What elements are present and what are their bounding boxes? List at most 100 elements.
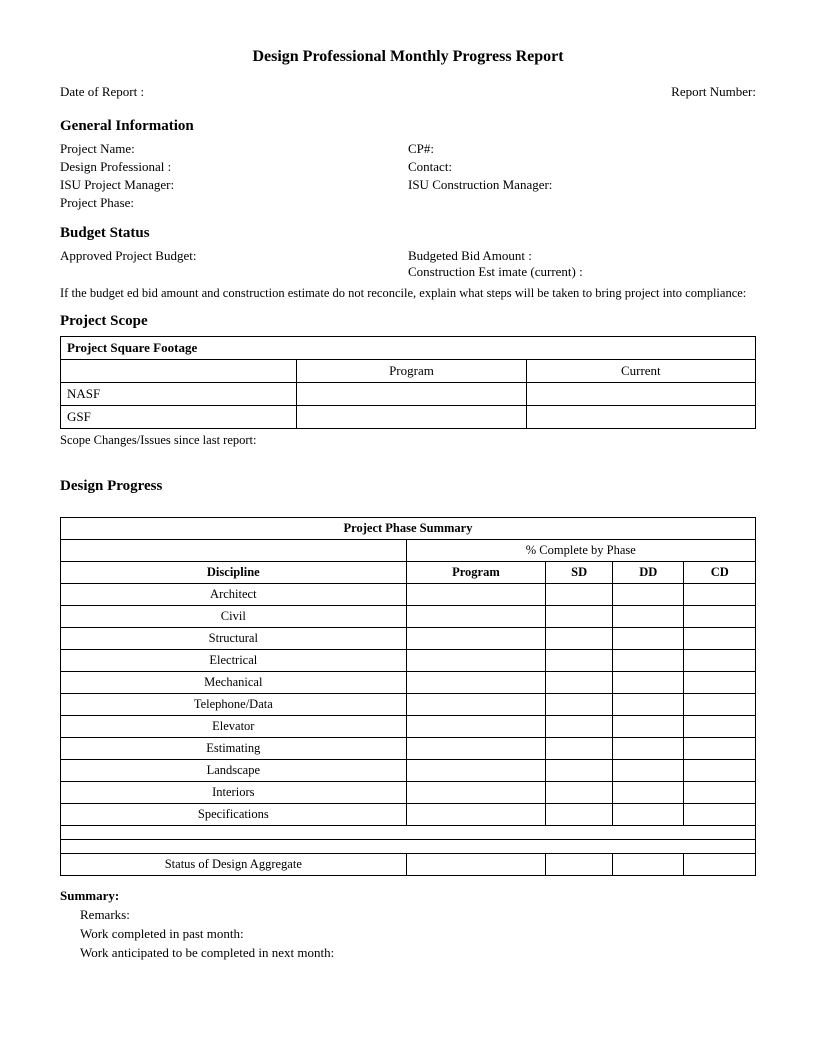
mechanical-dd <box>612 671 684 693</box>
elevator-cd <box>684 715 756 737</box>
cd-header: CD <box>684 561 756 583</box>
telephone-data-label: Telephone/Data <box>61 693 407 715</box>
general-info-heading: General Information <box>60 118 756 135</box>
mechanical-sd <box>546 671 613 693</box>
sd-header: SD <box>546 561 613 583</box>
structural-label: Structural <box>61 627 407 649</box>
structural-dd <box>612 627 684 649</box>
elevator-program <box>406 715 546 737</box>
scope-table-header: Project Square Footage <box>61 336 756 359</box>
general-info-grid: Project Name: CP#: Design Professional :… <box>60 141 756 211</box>
row-interiors: Interiors <box>61 781 756 803</box>
interiors-sd <box>546 781 613 803</box>
landscape-cd <box>684 759 756 781</box>
estimating-dd <box>612 737 684 759</box>
project-scope-section: Project Scope Project Square Footage Pro… <box>60 313 756 448</box>
header-row: Date of Report : Report Number: <box>60 84 756 100</box>
electrical-dd <box>612 649 684 671</box>
mechanical-label: Mechanical <box>61 671 407 693</box>
budget-row: Approved Project Budget: Budgeted Bid Am… <box>60 248 756 280</box>
isu-pm-label: ISU Project Manager: <box>60 177 408 193</box>
program-header: Program <box>406 561 546 583</box>
row-electrical: Electrical <box>61 649 756 671</box>
landscape-dd <box>612 759 684 781</box>
construction-est-label: Construction Est imate (current) : <box>408 264 756 280</box>
page-title: Design Professional Monthly Progress Rep… <box>60 48 756 66</box>
specifications-program <box>406 803 546 825</box>
design-progress-section: Design Progress Project Phase Summary % … <box>60 478 756 961</box>
design-professional-label: Design Professional : <box>60 159 408 175</box>
nasf-program <box>297 382 526 405</box>
architect-cd <box>684 583 756 605</box>
structural-sd <box>546 627 613 649</box>
row-landscape: Landscape <box>61 759 756 781</box>
scope-changes-label: Scope Changes/Issues since last report: <box>60 433 756 448</box>
aggregate-sd <box>546 853 613 875</box>
civil-sd <box>546 605 613 627</box>
gsf-label: GSF <box>61 405 297 428</box>
row-civil: Civil <box>61 605 756 627</box>
contact-label: Contact: <box>408 159 756 175</box>
pct-complete-empty <box>61 539 407 561</box>
interiors-label: Interiors <box>61 781 407 803</box>
date-of-report-label: Date of Report : <box>60 84 144 100</box>
telephone-data-program <box>406 693 546 715</box>
estimating-cd <box>684 737 756 759</box>
pct-complete-label: % Complete by Phase <box>406 539 755 561</box>
row-elevator: Elevator <box>61 715 756 737</box>
estimating-label: Estimating <box>61 737 407 759</box>
interiors-program <box>406 781 546 803</box>
empty-cell-2 <box>61 839 756 853</box>
civil-dd <box>612 605 684 627</box>
scope-table: Project Square Footage Program Current N… <box>60 336 756 429</box>
specifications-cd <box>684 803 756 825</box>
architect-program <box>406 583 546 605</box>
row-structural: Structural <box>61 627 756 649</box>
scope-col-current: Current <box>526 359 755 382</box>
scope-row-gsf: GSF <box>61 405 756 428</box>
project-phase-value <box>408 195 756 211</box>
landscape-program <box>406 759 546 781</box>
gsf-program <box>297 405 526 428</box>
interiors-dd <box>612 781 684 803</box>
row-architect: Architect <box>61 583 756 605</box>
budget-status-section: Budget Status Approved Project Budget: B… <box>60 225 756 303</box>
cp-label: CP#: <box>408 141 756 157</box>
elevator-label: Elevator <box>61 715 407 737</box>
budgeted-bid-label: Budgeted Bid Amount : <box>408 248 756 264</box>
elevator-sd <box>546 715 613 737</box>
mechanical-program <box>406 671 546 693</box>
dd-header: DD <box>612 561 684 583</box>
electrical-program <box>406 649 546 671</box>
structural-cd <box>684 627 756 649</box>
telephone-data-dd <box>612 693 684 715</box>
row-estimating: Estimating <box>61 737 756 759</box>
work-completed-label: Work completed in past month: <box>80 926 756 942</box>
design-progress-heading: Design Progress <box>60 478 756 495</box>
progress-table: Project Phase Summary % Complete by Phas… <box>60 517 756 876</box>
electrical-label: Electrical <box>61 649 407 671</box>
discipline-header: Discipline <box>61 561 407 583</box>
aggregate-cd <box>684 853 756 875</box>
budget-note: If the budget ed bid amount and construc… <box>60 284 756 303</box>
specifications-label: Specifications <box>61 803 407 825</box>
empty-row-1 <box>61 825 756 839</box>
structural-program <box>406 627 546 649</box>
empty-row-2 <box>61 839 756 853</box>
civil-cd <box>684 605 756 627</box>
telephone-data-sd <box>546 693 613 715</box>
estimating-program <box>406 737 546 759</box>
nasf-current <box>526 382 755 405</box>
isu-cm-label: ISU Construction Manager: <box>408 177 756 193</box>
work-anticipated-label: Work anticipated to be completed in next… <box>80 945 756 961</box>
summary-section: Summary: Remarks: Work completed in past… <box>60 888 756 961</box>
approved-budget-label: Approved Project Budget: <box>60 248 196 263</box>
specifications-sd <box>546 803 613 825</box>
empty-cell-1 <box>61 825 756 839</box>
civil-label: Civil <box>61 605 407 627</box>
row-mechanical: Mechanical <box>61 671 756 693</box>
interiors-cd <box>684 781 756 803</box>
specifications-dd <box>612 803 684 825</box>
electrical-cd <box>684 649 756 671</box>
project-name-label: Project Name: <box>60 141 408 157</box>
